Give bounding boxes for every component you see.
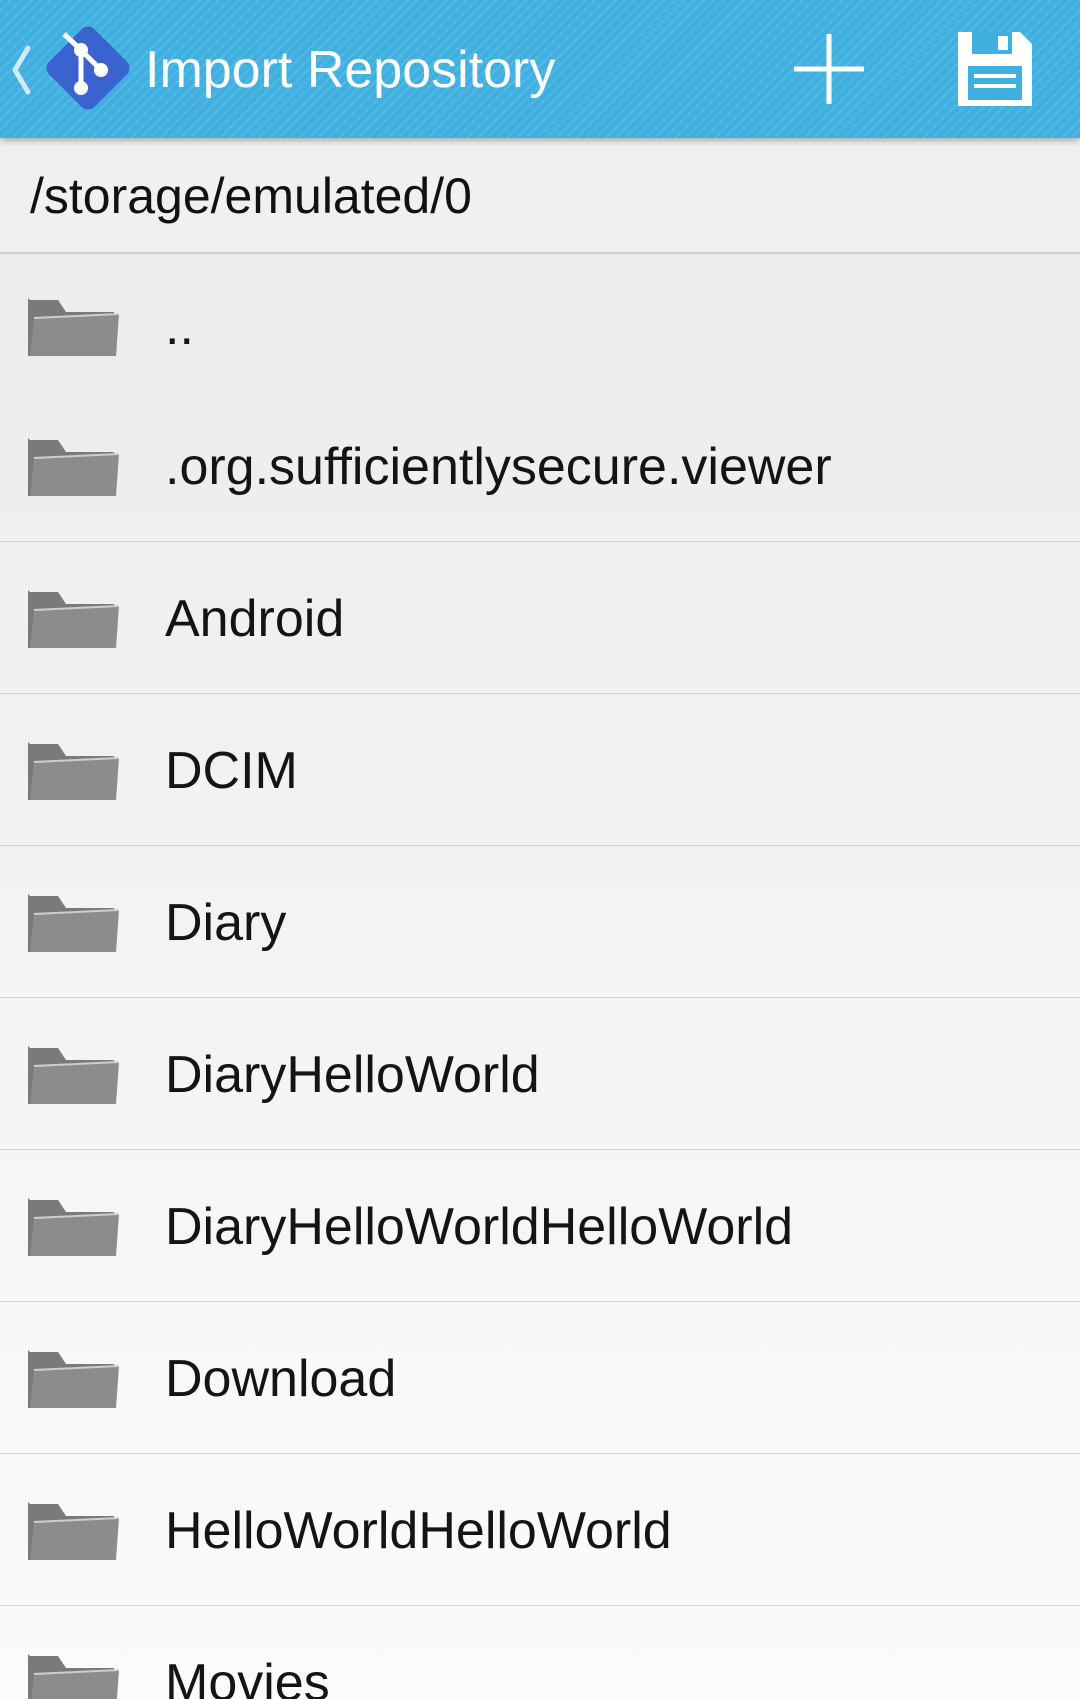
- file-row[interactable]: DiaryHelloWorld: [0, 998, 1080, 1150]
- folder-icon: [28, 298, 120, 356]
- folder-icon: [28, 438, 120, 496]
- file-name: ..: [165, 298, 194, 356]
- folder-icon: [28, 1502, 120, 1560]
- file-row[interactable]: HelloWorldHelloWorld: [0, 1454, 1080, 1606]
- file-row[interactable]: DiaryHelloWorldHelloWorld: [0, 1150, 1080, 1302]
- file-row[interactable]: Diary: [0, 846, 1080, 998]
- file-name: DCIM: [165, 742, 298, 800]
- plus-icon[interactable]: [786, 26, 872, 112]
- file-list: .. .org.sufficientlysecure.viewer Androi…: [0, 254, 1080, 1699]
- folder-icon: [28, 1046, 120, 1104]
- file-name: HelloWorldHelloWorld: [165, 1502, 672, 1560]
- floppy-disk-icon[interactable]: [952, 26, 1038, 112]
- git-logo-icon[interactable]: [34, 14, 142, 122]
- file-name: DiaryHelloWorld: [165, 1046, 540, 1104]
- file-row[interactable]: DCIM: [0, 694, 1080, 846]
- current-path-bar: /storage/emulated/0: [0, 138, 1080, 254]
- file-name: DiaryHelloWorldHelloWorld: [165, 1198, 794, 1256]
- file-name: Android: [165, 590, 345, 648]
- file-name: Movies: [165, 1654, 330, 1699]
- current-path: /storage/emulated/0: [30, 168, 472, 224]
- file-row[interactable]: Download: [0, 1302, 1080, 1454]
- folder-icon: [28, 894, 120, 952]
- file-row[interactable]: Android: [0, 542, 1080, 694]
- file-row[interactable]: .org.sufficientlysecure.viewer: [0, 390, 1080, 542]
- folder-icon: [28, 1654, 120, 1699]
- file-row-parent[interactable]: ..: [0, 254, 1080, 390]
- action-bar: Import Repository: [0, 0, 1080, 138]
- file-name: Diary: [165, 894, 287, 952]
- folder-icon: [28, 590, 120, 648]
- folder-icon: [28, 1198, 120, 1256]
- folder-icon: [28, 1350, 120, 1408]
- page-title: Import Repository: [145, 41, 556, 99]
- file-name: .org.sufficientlysecure.viewer: [165, 438, 832, 496]
- file-name: Download: [165, 1350, 397, 1408]
- folder-icon: [28, 742, 120, 800]
- file-row[interactable]: Movies: [0, 1606, 1080, 1699]
- chevron-left-icon[interactable]: [10, 42, 32, 98]
